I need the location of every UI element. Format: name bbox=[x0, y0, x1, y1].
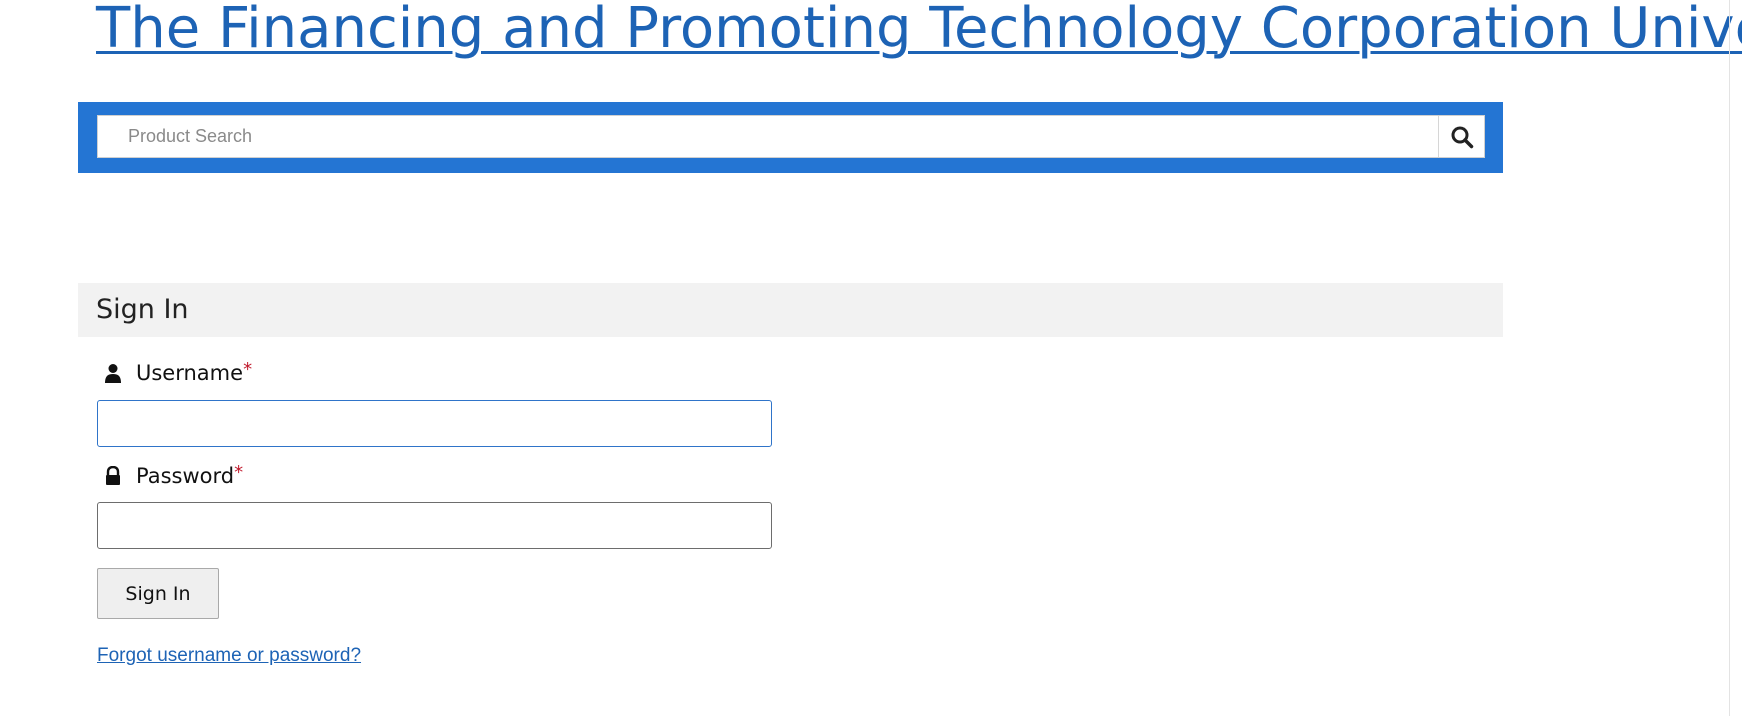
required-marker: * bbox=[234, 462, 244, 483]
username-label-text: Username bbox=[136, 361, 244, 385]
username-label: Username * bbox=[104, 359, 253, 386]
search-button[interactable] bbox=[1438, 116, 1484, 157]
signin-panel-header: Sign In bbox=[78, 283, 1503, 337]
site-title-link[interactable]: The Financing and Promoting Technology C… bbox=[96, 0, 1742, 64]
password-label-text: Password bbox=[136, 464, 235, 488]
username-input[interactable] bbox=[97, 400, 772, 447]
search-icon bbox=[1450, 125, 1474, 149]
lock-icon bbox=[104, 465, 122, 486]
page: The Financing and Promoting Technology C… bbox=[0, 0, 1742, 716]
search-box bbox=[97, 115, 1485, 158]
signin-button[interactable]: Sign In bbox=[97, 568, 219, 619]
user-icon bbox=[104, 363, 122, 383]
signin-title: Sign In bbox=[96, 294, 189, 325]
search-input[interactable] bbox=[98, 116, 1438, 157]
scrollbar-track[interactable] bbox=[1729, 0, 1730, 716]
required-marker: * bbox=[243, 359, 253, 380]
search-bar bbox=[78, 102, 1503, 173]
password-input[interactable] bbox=[97, 502, 772, 549]
forgot-credentials-link[interactable]: Forgot username or password? bbox=[97, 645, 361, 667]
password-label: Password * bbox=[104, 462, 244, 489]
